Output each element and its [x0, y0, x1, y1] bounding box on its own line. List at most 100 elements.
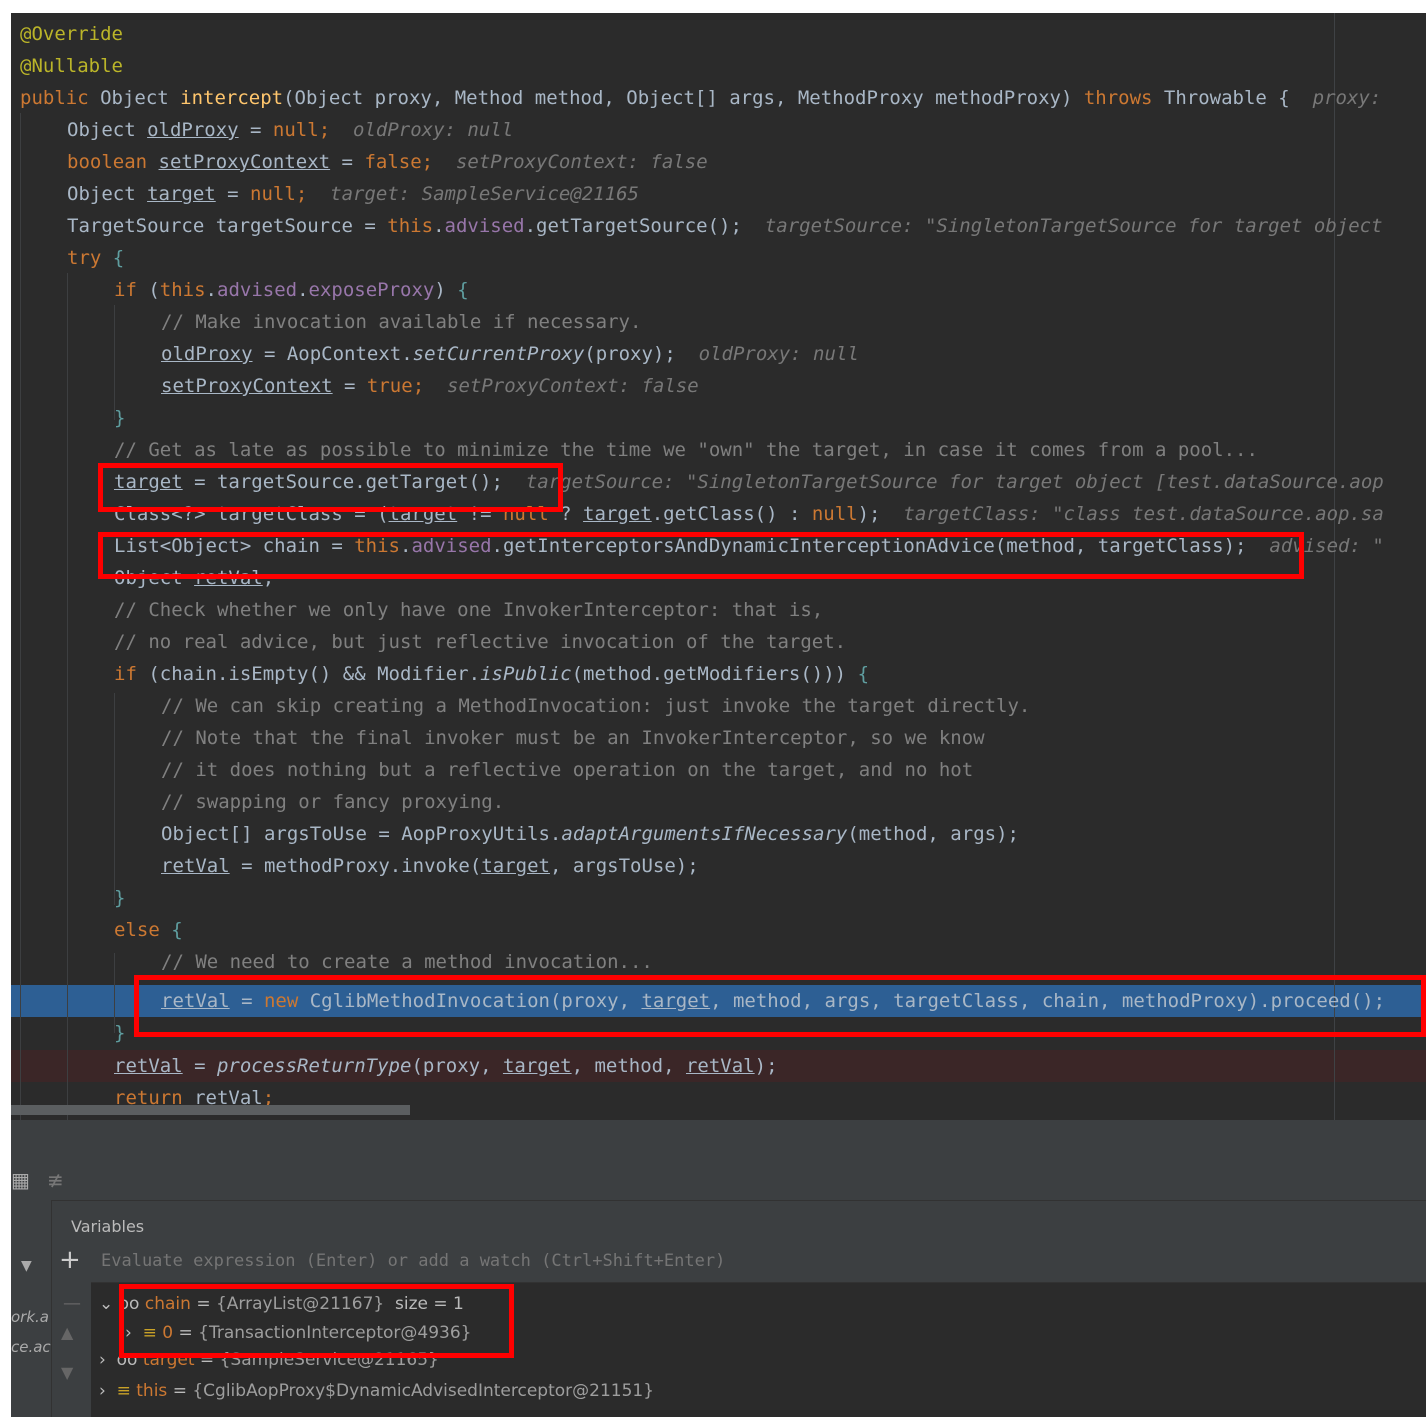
minus-icon[interactable]: —	[63, 1293, 81, 1314]
inline-value-hint: oldProxy: null	[330, 119, 514, 141]
variable-name: this	[136, 1381, 168, 1401]
field: advised	[444, 215, 525, 237]
indent-guide	[114, 693, 115, 905]
tab-variables[interactable]: Variables	[71, 1217, 144, 1236]
inline-value-hint: targetSource: "SingletonTargetSource for…	[502, 471, 1384, 493]
frame-item[interactable]: ork.a	[11, 1303, 49, 1331]
plus-icon[interactable]: +	[59, 1245, 81, 1275]
code-text: .	[297, 279, 309, 301]
code-line: // swapping or fancy proxying.	[161, 786, 504, 818]
table-icon[interactable]: ▦	[11, 1168, 30, 1192]
code-text: (method.getModifiers()))	[571, 663, 858, 685]
code-line: Object oldProxy = null; oldProxy: null	[67, 114, 513, 146]
code-line: public Object intercept(Object proxy, Me…	[20, 82, 1381, 114]
inline-value-hint: oldProxy: null	[675, 343, 859, 365]
code-line: }	[114, 882, 125, 914]
keyword: throws	[1083, 87, 1164, 109]
code-line: boolean setProxyContext = false; setProx…	[67, 146, 708, 178]
inline-value-hint: target: SampleService@21165	[307, 183, 639, 205]
code-line: // Note that the final invoker must be a…	[161, 722, 985, 754]
inline-value-hint: targetSource: "SingletonTargetSource for…	[741, 215, 1383, 237]
code-text: Throwable {	[1163, 87, 1290, 109]
variable: oldProxy	[161, 343, 253, 365]
chevron-right-icon[interactable]: ›	[99, 1381, 117, 1401]
code-text: =	[332, 375, 367, 397]
code-line: setProxyContext = true; setProxyContext:…	[161, 370, 699, 402]
code-text: = methodProxy.invoke(	[229, 855, 482, 877]
indent-guide	[67, 273, 68, 1120]
code-line: // Get as late as possible to minimize t…	[114, 434, 1258, 466]
field: exposeProxy	[308, 279, 435, 301]
inline-value-hint: proxy:	[1289, 87, 1382, 109]
horizontal-scrollbar[interactable]	[11, 1105, 410, 1115]
up-icon[interactable]: ▲	[61, 1323, 73, 1342]
method-name: intercept	[180, 87, 284, 109]
code-text: =	[330, 151, 365, 173]
debug-toolbar: ▦ ≢	[11, 1120, 1426, 1201]
inline-value-hint: setProxyContext: false	[433, 151, 708, 173]
code-text: = AopContext.	[252, 343, 413, 365]
variable-row[interactable]: › ≡ this = {CglibAopProxy$DynamicAdvised…	[99, 1377, 654, 1405]
code-text: ;	[318, 119, 331, 141]
variable: retVal	[685, 1055, 755, 1077]
variable: target	[583, 503, 652, 525]
variable: setProxyContext	[161, 375, 333, 397]
highlight-box-chain	[98, 532, 1304, 579]
equals: =	[167, 1381, 193, 1401]
field: advised	[217, 279, 298, 301]
code-line: // Check whether we only have one Invoke…	[114, 594, 823, 626]
comment: // swapping or fancy proxying.	[161, 791, 505, 813]
chevron-right-icon[interactable]: ›	[99, 1350, 117, 1370]
code-text: (	[148, 279, 160, 301]
keyword: this	[387, 215, 434, 237]
code-text: ;	[421, 151, 434, 173]
highlight-box-chain-variable	[119, 1284, 514, 1358]
brace: {	[857, 663, 870, 685]
code-text: , method,	[571, 1055, 686, 1077]
comment: // Make invocation available if necessar…	[161, 311, 642, 333]
code-line: @Override	[20, 18, 123, 50]
code-text: .	[205, 279, 217, 301]
frame-item[interactable]: ce.ac	[11, 1333, 51, 1361]
inline-value-hint: targetClass: "class test.dataSource.aop.…	[880, 503, 1384, 525]
code-text: (method, args);	[847, 823, 1019, 845]
code-line: Object target = null; target: SampleServ…	[67, 178, 639, 210]
evaluate-expression-input[interactable]	[91, 1242, 1411, 1280]
code-line: @Nullable	[20, 50, 123, 82]
code-text: (proxy,	[411, 1055, 503, 1077]
keyword: public	[20, 87, 101, 109]
variable: oldProxy	[147, 119, 239, 141]
keyword: try	[67, 247, 113, 269]
code-text: ;	[295, 183, 308, 205]
code-line: // Make invocation available if necessar…	[161, 306, 641, 338]
comment: // We need to create a method invocation…	[161, 951, 653, 973]
code-text: =	[215, 183, 251, 205]
code-text: TargetSource targetSource =	[67, 215, 388, 237]
code-line: if (this.advised.exposeProxy) {	[114, 274, 469, 306]
evaluate-expression-row	[91, 1242, 1426, 1283]
annotation: @Override	[20, 23, 123, 45]
code-line: oldProxy = AopContext.setCurrentProxy(pr…	[161, 338, 859, 370]
keyword: if	[114, 279, 149, 301]
down-icon[interactable]: ▼	[61, 1363, 73, 1382]
indent-guide	[20, 113, 21, 1120]
code-text: .getClass() :	[651, 503, 812, 525]
code-text: (chain.isEmpty() && Modifier.	[148, 663, 481, 685]
code-line: // it does nothing but a reflective oper…	[161, 754, 973, 786]
dropdown-icon[interactable]: ▼	[21, 1258, 32, 1274]
code-text: =	[238, 119, 273, 141]
field-icon: ≡	[116, 1381, 137, 1401]
keyword: this	[159, 279, 206, 301]
brace: }	[114, 1022, 126, 1044]
code-line: // no real advice, but just reflective i…	[114, 626, 846, 658]
comment: // it does nothing but a reflective oper…	[161, 759, 974, 781]
chevron-down-icon[interactable]: ⌄	[99, 1294, 119, 1314]
variable: target	[147, 183, 216, 205]
static-method: isPublic	[480, 663, 572, 685]
list-icon[interactable]: ≢	[47, 1168, 64, 1192]
keyword: null	[250, 183, 296, 205]
code-text: )	[434, 279, 458, 301]
highlight-box-get-target	[98, 463, 563, 512]
inline-value-hint: setProxyContext: false	[424, 375, 699, 397]
keyword: null	[811, 503, 858, 525]
